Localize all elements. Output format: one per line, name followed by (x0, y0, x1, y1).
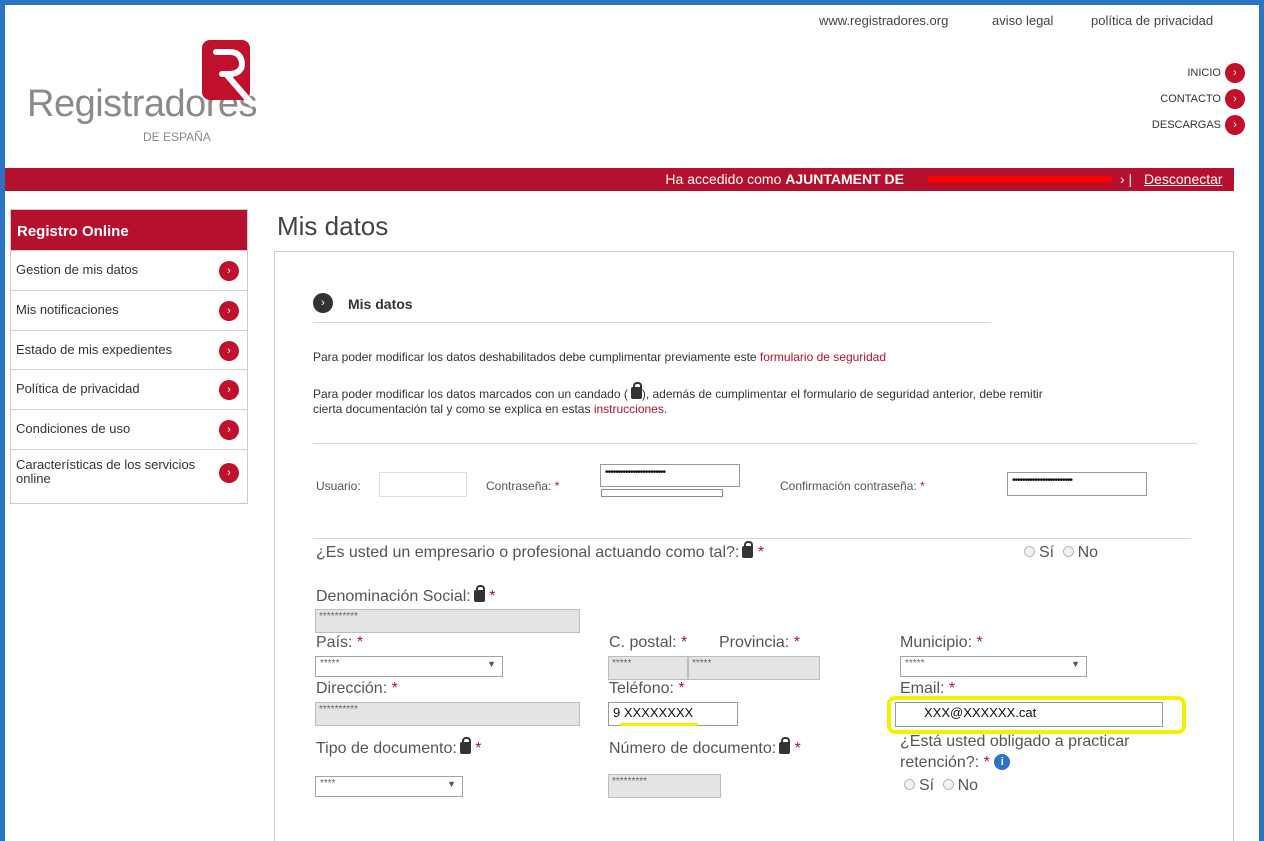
chevron-right-icon: › (219, 380, 239, 400)
user-bar-separator: › | (1120, 171, 1133, 187)
sidebar-item-expedientes[interactable]: Estado de mis expedientes › (11, 330, 247, 369)
sidebar-title: Registro Online (11, 210, 247, 250)
chevron-right-icon: › (219, 261, 239, 281)
chevron-right-icon[interactable]: › (1225, 115, 1245, 135)
tipo-documento-select[interactable]: **** ▼ (315, 776, 463, 797)
divider (313, 443, 1197, 444)
numero-documento-label: Número de documento: * (609, 737, 801, 757)
tipo-documento-label: Tipo de documento: * (316, 737, 482, 757)
nav-descargas[interactable]: DESCARGAS (1152, 119, 1221, 131)
direccion-label: Dirección: * (316, 680, 398, 697)
radio-si-label: Sí (1039, 544, 1055, 561)
sidebar-item-caracteristicas[interactable]: Características de los servicios online … (11, 449, 247, 503)
telefono-label: Teléfono: * (609, 680, 685, 697)
pais-label: País: * (316, 634, 364, 651)
provincia-label: Provincia: * (719, 634, 800, 651)
radio-no[interactable] (942, 779, 954, 790)
sidebar-item-label: Mis notificaciones (16, 302, 119, 317)
info-text-lock: Para poder modificar los datos marcados … (313, 382, 1043, 416)
lock-icon (459, 737, 471, 754)
confirm-password-label: Confirmación contraseña: * (780, 479, 925, 493)
link-politica-privacidad[interactable]: política de privacidad (1091, 13, 1213, 28)
empresario-question: ¿Es usted un empresario o profesional ac… (316, 541, 765, 561)
retencion-label: ¿Está usted obligado a practicar retenci… (900, 733, 1130, 771)
denominacion-label: Denominación Social: * (316, 585, 496, 605)
confirm-password-input[interactable]: •••••••••••••••••••••••• (1007, 472, 1147, 496)
chevron-right-icon: › (219, 301, 239, 321)
empresario-radio-group: Sí No (1020, 544, 1098, 562)
radio-si[interactable] (904, 779, 915, 790)
password-label: Contraseña: * (486, 479, 560, 493)
logo-subtitle: DE ESPAÑA (143, 130, 211, 144)
chevron-right-icon[interactable]: › (1225, 63, 1245, 83)
divider (313, 322, 991, 323)
sidebar-item-condiciones[interactable]: Condiciones de uso › (11, 409, 247, 449)
chevron-down-icon: ▼ (1071, 659, 1080, 669)
logout-link[interactable]: Desconectar (1144, 171, 1223, 187)
cpostal-label: C. postal: * (609, 634, 688, 651)
info-text-security: Para poder modificar los datos deshabili… (313, 350, 886, 364)
usuario-input[interactable] (379, 472, 467, 497)
sidebar-item-label: Estado de mis expedientes (16, 342, 173, 357)
sidebar-item-label: Política de privacidad (16, 381, 140, 396)
section-title: Mis datos (348, 296, 413, 312)
highlight-box (887, 696, 1186, 734)
radio-si[interactable] (1024, 546, 1035, 557)
radio-si-label: Sí (919, 777, 935, 794)
logged-in-text: Ha accedido como AJUNTAMENT DE (665, 171, 904, 187)
municipio-select[interactable]: ***** ▼ (900, 656, 1087, 677)
retencion-radio-group: Sí No (900, 777, 978, 795)
sidebar-item-label: Condiciones de uso (16, 421, 131, 436)
link-registradores-org[interactable]: www.registradores.org (819, 13, 948, 28)
link-aviso-legal[interactable]: aviso legal (992, 13, 1053, 28)
sidebar-item-privacidad[interactable]: Política de privacidad › (11, 369, 247, 409)
sidebar-item-label: Gestion de mis datos (16, 262, 139, 277)
direccion-field: ********** (315, 702, 580, 726)
chevron-right-icon: › (219, 341, 239, 361)
pais-select[interactable]: ***** ▼ (315, 656, 503, 677)
provincia-field: ***** (688, 656, 820, 680)
instructions-link[interactable]: instrucciones (594, 402, 664, 416)
chevron-right-icon: › (219, 463, 239, 483)
numero-documento-field: ********* (608, 774, 721, 798)
chevron-down-icon: ▼ (447, 779, 456, 789)
password-input[interactable]: •••••••••••••••••••••••• (600, 464, 740, 487)
info-icon[interactable]: i (994, 754, 1011, 770)
chevron-down-icon: ▼ (487, 659, 496, 669)
municipio-label: Municipio: * (900, 634, 983, 651)
chevron-right-icon: › (219, 420, 239, 440)
denominacion-field: ********** (315, 609, 580, 633)
divider (313, 538, 1191, 539)
page-title: Mis datos (277, 211, 389, 241)
radio-no[interactable] (1062, 546, 1074, 557)
nav-contacto[interactable]: CONTACTO (1160, 93, 1221, 105)
chevron-right-icon: › (313, 293, 333, 313)
radio-no-label: No (957, 777, 979, 794)
lock-icon (630, 382, 642, 399)
highlight-underline (620, 723, 698, 726)
cpostal-field: ***** (608, 656, 688, 680)
redaction-mark (927, 176, 1112, 183)
nav-inicio[interactable]: INICIO (1187, 67, 1221, 79)
password-strength-bar (601, 489, 723, 497)
security-form-link[interactable]: formulario de seguridad (760, 350, 886, 364)
chevron-right-icon[interactable]: › (1225, 89, 1245, 109)
usuario-label: Usuario: (316, 479, 361, 493)
lock-icon (473, 585, 485, 602)
lock-icon (779, 737, 791, 754)
sidebar-item-label: Características de los servicios online (16, 457, 196, 486)
lock-icon (742, 541, 754, 558)
sidebar-item-notificaciones[interactable]: Mis notificaciones › (11, 290, 247, 330)
registradores-logo-icon (202, 40, 255, 107)
user-bar: Ha accedido como AJUNTAMENT DE › | Desco… (5, 168, 1234, 191)
sidebar-item-gestion[interactable]: Gestion de mis datos › (11, 250, 247, 290)
sidebar: Registro Online Gestion de mis datos › M… (10, 209, 248, 504)
radio-no-label: No (1077, 544, 1099, 561)
